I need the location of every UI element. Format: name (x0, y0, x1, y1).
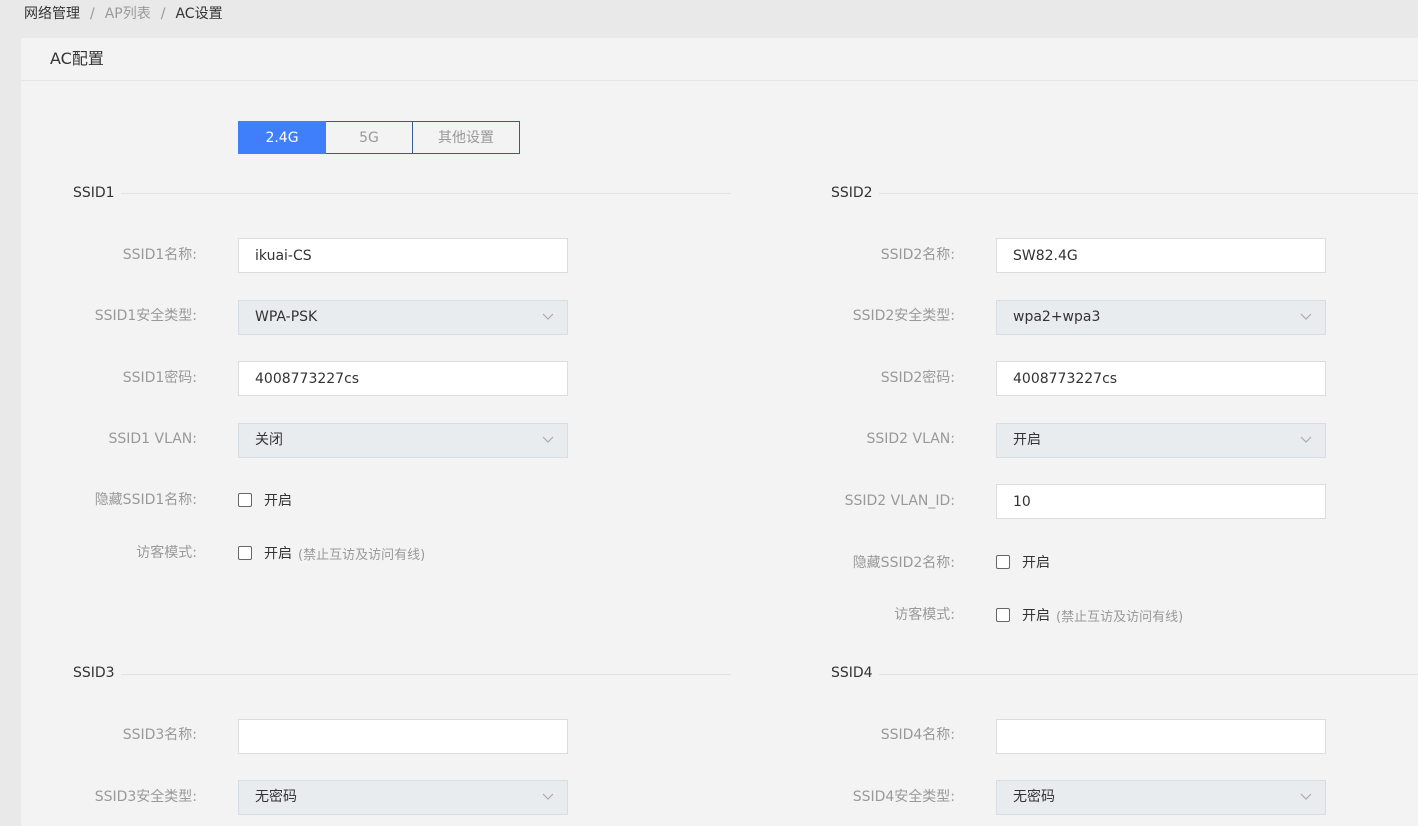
chevron-down-icon (542, 793, 554, 800)
chevron-down-icon (542, 436, 554, 443)
ssid2-guest-text: 开启 (1022, 608, 1050, 624)
ssid2-guest-checkbox[interactable]: 开启 (禁止互访及访问有线) (996, 605, 1183, 625)
ssid1-vlan-label: SSID1 VLAN: (108, 431, 197, 447)
ssid2-divider (879, 193, 1418, 194)
ssid1-hide-checkbox[interactable]: 开启 (238, 490, 292, 510)
ssid2-vlan-select[interactable]: 开启 (996, 423, 1326, 458)
tab-other-settings[interactable]: 其他设置 (413, 121, 520, 154)
ssid1-vlan-value: 关闭 (255, 432, 283, 448)
breadcrumb-item-ap-list[interactable]: AP列表 (105, 4, 151, 24)
chevron-down-icon (1300, 436, 1312, 443)
ssid3-name-input[interactable] (238, 719, 568, 754)
ac-config-panel: AC配置 2.4G 5G 其他设置 SSID1 SSID1名称: SSID1安全… (21, 38, 1418, 826)
ssid1-security-label: SSID1安全类型: (94, 308, 197, 324)
ssid1-section-title: SSID1 (73, 185, 115, 201)
ssid3-security-select[interactable]: 无密码 (238, 780, 568, 815)
ssid2-vlan-value: 开启 (1013, 432, 1041, 448)
checkbox-box[interactable] (238, 546, 252, 560)
ssid1-hide-text: 开启 (264, 493, 292, 509)
ssid1-security-value: WPA-PSK (255, 309, 318, 325)
breadcrumb-separator: / (160, 6, 166, 22)
ssid3-security-value: 无密码 (255, 789, 297, 805)
ssid2-password-input[interactable] (996, 361, 1326, 396)
ssid4-section-title: SSID4 (831, 665, 873, 681)
tab-5g[interactable]: 5G (326, 121, 413, 154)
ssid1-name-label: SSID1名称: (122, 247, 197, 263)
checkbox-box[interactable] (996, 608, 1010, 622)
tab-2-4g[interactable]: 2.4G (238, 121, 326, 154)
ssid1-security-select[interactable]: WPA-PSK (238, 300, 568, 335)
ssid2-name-input[interactable] (996, 238, 1326, 273)
ssid2-vlan-id-label: SSID2 VLAN_ID: (844, 493, 955, 509)
checkbox-box[interactable] (238, 493, 252, 507)
ssid1-guest-hint: (禁止互访及访问有线) (298, 547, 426, 563)
chevron-down-icon (1300, 313, 1312, 320)
ssid2-guest-label: 访客模式: (894, 607, 955, 623)
chevron-down-icon (1300, 793, 1312, 800)
ssid2-name-label: SSID2名称: (880, 247, 955, 263)
ssid1-hide-label: 隐藏SSID1名称: (94, 492, 197, 508)
ssid2-hide-checkbox[interactable]: 开启 (996, 552, 1050, 572)
breadcrumb-item-network[interactable]: 网络管理 (24, 4, 80, 24)
breadcrumb: 网络管理 / AP列表 / AC设置 (24, 4, 223, 24)
ssid2-security-label: SSID2安全类型: (852, 308, 955, 324)
ssid3-name-label: SSID3名称: (122, 727, 197, 743)
ssid2-guest-hint: (禁止互访及访问有线) (1056, 609, 1184, 625)
ssid4-security-label: SSID4安全类型: (852, 789, 955, 805)
ssid2-security-select[interactable]: wpa2+wpa3 (996, 300, 1326, 335)
ssid2-hide-text: 开启 (1022, 555, 1050, 571)
ssid1-vlan-select[interactable]: 关闭 (238, 423, 568, 458)
checkbox-box[interactable] (996, 555, 1010, 569)
ssid4-name-label: SSID4名称: (880, 727, 955, 743)
ssid3-divider (121, 674, 731, 675)
panel-title: AC配置 (21, 38, 1418, 81)
ssid2-section-title: SSID2 (831, 185, 873, 201)
ssid1-divider (121, 193, 731, 194)
ssid1-password-input[interactable] (238, 361, 568, 396)
ssid4-name-input[interactable] (996, 719, 1326, 754)
ssid3-section-title: SSID3 (73, 665, 115, 681)
chevron-down-icon (542, 313, 554, 320)
breadcrumb-separator: / (90, 6, 95, 22)
ssid2-password-label: SSID2密码: (880, 370, 955, 386)
ssid2-security-value: wpa2+wpa3 (1013, 309, 1101, 325)
ssid1-guest-label: 访客模式: (136, 545, 197, 561)
ssid1-password-label: SSID1密码: (122, 370, 197, 386)
ssid2-vlan-id-input[interactable] (996, 484, 1326, 519)
ssid1-name-input[interactable] (238, 238, 568, 273)
ssid1-guest-checkbox[interactable]: 开启 (禁止互访及访问有线) (238, 543, 425, 563)
ssid4-security-select[interactable]: 无密码 (996, 780, 1326, 815)
ssid1-guest-text: 开启 (264, 546, 292, 562)
ssid2-vlan-label: SSID2 VLAN: (866, 431, 955, 447)
breadcrumb-item-ac-settings: AC设置 (175, 6, 223, 22)
band-tabs: 2.4G 5G 其他设置 (238, 121, 520, 154)
ssid2-hide-label: 隐藏SSID2名称: (852, 555, 955, 571)
ssid3-security-label: SSID3安全类型: (94, 789, 197, 805)
ssid4-divider (879, 674, 1418, 675)
ssid4-security-value: 无密码 (1013, 789, 1055, 805)
